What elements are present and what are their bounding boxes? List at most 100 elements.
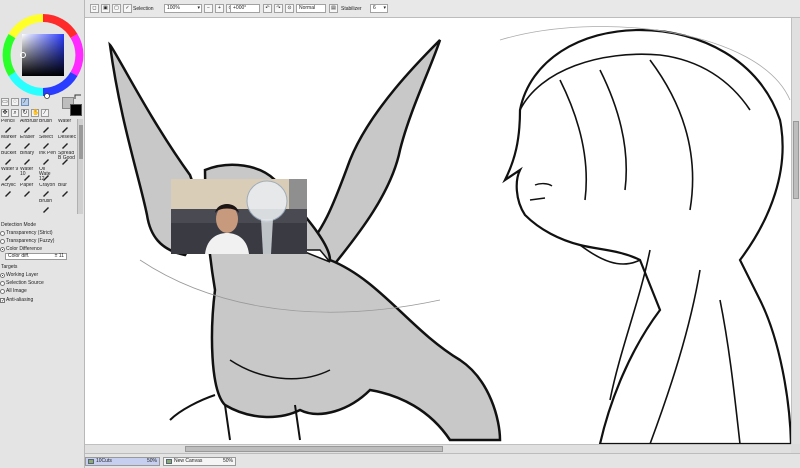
show-selection-button[interactable]: ▢ xyxy=(112,4,121,13)
radio[interactable] xyxy=(0,247,5,252)
radio[interactable] xyxy=(0,289,5,294)
brush-slot[interactable]: Acrylic xyxy=(0,183,19,198)
brush-label: Water xyxy=(58,119,72,124)
vertical-scrollbar[interactable] xyxy=(791,18,800,444)
stabilizer-toggle[interactable]: ▤ xyxy=(329,4,338,13)
zoom-field[interactable]: 100% ▾ xyxy=(164,4,202,13)
color-wheel[interactable] xyxy=(2,13,84,99)
color-diff-field[interactable]: Color diff. ± 11 xyxy=(5,253,67,260)
bucket-icon xyxy=(5,159,11,165)
rotate-icon[interactable]: ↻ xyxy=(21,109,29,117)
document-tabs-bar: 10Cuts 50% New Canvas 50% xyxy=(85,453,800,468)
radio[interactable] xyxy=(0,273,5,278)
brush-label: Deselect xyxy=(58,135,76,140)
brush-slot[interactable]: Blur xyxy=(57,183,76,198)
brush-slot[interactable]: Water 9 xyxy=(0,167,19,182)
brush-slot[interactable]: Spread B Good xyxy=(57,151,76,166)
mode-option[interactable]: Color Difference xyxy=(0,245,85,253)
target-label: Selection Source xyxy=(6,280,44,286)
secondary-color-swatch[interactable] xyxy=(70,104,82,116)
brush-slot[interactable]: Bucket xyxy=(0,151,19,166)
zoom-icon[interactable]: ⌕ xyxy=(11,109,19,117)
airbrush-icon xyxy=(24,127,30,133)
rect-select-icon[interactable]: ▭ xyxy=(1,98,9,106)
rotate-left-button[interactable]: ↶ xyxy=(263,4,272,13)
doc-name: 10Cuts xyxy=(96,458,112,464)
color-diff-label: Color diff. xyxy=(8,253,30,259)
brush-label: Acrylic xyxy=(1,183,16,188)
move-icon[interactable]: ✥ xyxy=(1,109,9,117)
stabilizer-value: 6 xyxy=(373,5,376,11)
brush-slot[interactable]: Select xyxy=(38,135,57,150)
color-wheel-panel xyxy=(0,6,85,99)
brush-label: Water 9 xyxy=(1,167,19,172)
brush-slot[interactable] xyxy=(0,199,19,214)
target-option[interactable]: All Image xyxy=(0,287,85,295)
rotation-field[interactable]: +000° xyxy=(230,4,260,13)
dropdown-arrow-icon: ▾ xyxy=(197,5,200,11)
doc-tab-new-canvas[interactable]: New Canvas 50% xyxy=(163,457,236,466)
brush-slot[interactable]: Oil Wate 12 xyxy=(38,167,57,182)
doc-tab-10cuts[interactable]: 10Cuts 50% xyxy=(85,457,160,466)
scroll-thumb[interactable] xyxy=(185,446,443,452)
brush-label: Crayon xyxy=(39,183,56,188)
drawing-canvas[interactable] xyxy=(85,18,791,444)
zoom-in-button[interactable]: + xyxy=(215,4,224,13)
water-icon xyxy=(62,127,68,133)
selection-checkbox[interactable]: ✓ xyxy=(123,4,132,13)
deselect-button[interactable]: ◻ xyxy=(90,4,99,13)
brush-slot[interactable]: Water 10 xyxy=(19,167,38,182)
selection-tools: ▭ ◌ ⁄ xyxy=(1,98,29,106)
radio[interactable] xyxy=(0,281,5,286)
magic-wand-icon[interactable]: ⁄ xyxy=(21,98,29,106)
brush-slot[interactable] xyxy=(57,167,76,182)
horizontal-scrollbar[interactable] xyxy=(85,444,791,453)
brush-slot[interactable] xyxy=(19,199,38,214)
brush-slot[interactable]: AirBrush xyxy=(19,119,38,134)
brush-slot[interactable]: Brush xyxy=(38,199,57,214)
hand-icon[interactable]: ✋ xyxy=(31,109,39,117)
eyedropper-icon[interactable]: ⁄ xyxy=(41,109,49,117)
swap-colors-icon[interactable] xyxy=(74,94,82,100)
brush-slot[interactable]: Deselect xyxy=(57,135,76,150)
antialiasing-option[interactable]: ✓ Anti-aliasing xyxy=(0,296,85,304)
radio[interactable] xyxy=(0,231,5,236)
blur-icon xyxy=(62,191,68,197)
zoom-out-button[interactable]: − xyxy=(204,4,213,13)
blend-mode-select[interactable]: Normal xyxy=(296,4,326,13)
brush-slot[interactable]: Crayon xyxy=(38,183,57,198)
brush-slot[interactable]: Water xyxy=(57,119,76,134)
target-option[interactable]: Working Layer xyxy=(0,271,85,279)
target-option[interactable]: Selection Source xyxy=(0,279,85,287)
stabilizer-field[interactable]: 6 ▾ xyxy=(370,4,388,13)
scroll-thumb[interactable] xyxy=(793,121,799,199)
brush-slot[interactable]: Ink Pen xyxy=(38,151,57,166)
invert-selection-button[interactable]: ▣ xyxy=(101,4,110,13)
lasso-icon[interactable]: ◌ xyxy=(11,98,19,106)
brush-slot[interactable]: Binary xyxy=(19,151,38,166)
pencil-icon xyxy=(5,127,11,133)
brush-label: Brush xyxy=(39,199,53,204)
brush-label: Marker xyxy=(1,135,17,140)
brush-icon xyxy=(43,127,49,133)
brush-slot[interactable]: Brush xyxy=(38,119,57,134)
rotate-reset-button[interactable]: ⊙ xyxy=(285,4,294,13)
brush-label: Bucket xyxy=(1,151,17,156)
brush-slot[interactable] xyxy=(57,199,76,214)
brush-slot[interactable]: Pencil xyxy=(0,119,19,134)
mode-option[interactable]: Transparency (Fuzzy) xyxy=(0,237,85,245)
webcam-video xyxy=(171,179,307,254)
brush-slot[interactable]: Marker xyxy=(0,135,19,150)
doc-name: New Canvas xyxy=(174,458,203,464)
checkbox[interactable]: ✓ xyxy=(0,298,5,304)
mode-option[interactable]: Transparency (Strict) xyxy=(0,229,85,237)
brush-slot[interactable]: Paper xyxy=(19,183,38,198)
blend-mode-value: Normal xyxy=(299,5,316,11)
radio[interactable] xyxy=(0,239,5,244)
brush-slot[interactable]: Eraser xyxy=(19,135,38,150)
spread-brush-icon xyxy=(62,159,68,165)
brush-grid-scrollbar[interactable] xyxy=(77,119,83,214)
rotate-right-button[interactable]: ↷ xyxy=(274,4,283,13)
target-label: Working Layer xyxy=(6,272,39,278)
scroll-thumb[interactable] xyxy=(79,125,83,159)
